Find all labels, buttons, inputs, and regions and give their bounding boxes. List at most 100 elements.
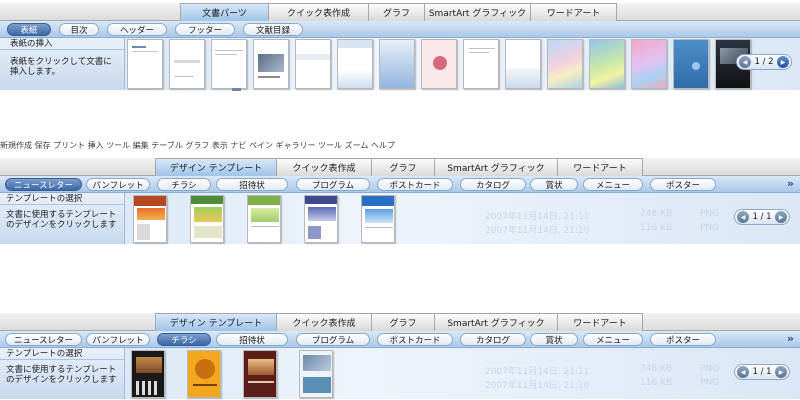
- template-thumbnail[interactable]: [190, 195, 224, 243]
- gallery-description: 文書に使用するテンプレートのデザインをクリックします: [6, 365, 117, 385]
- double-chevron-right-icon[interactable]: »: [787, 177, 794, 190]
- category-flyer[interactable]: チラシ: [157, 333, 211, 346]
- template-thumbnail[interactable]: [133, 195, 167, 243]
- cover-thumbnail[interactable]: [673, 39, 709, 89]
- cover-thumbnail[interactable]: [295, 39, 331, 89]
- template-thumbnail[interactable]: [299, 350, 333, 398]
- tab-smartart[interactable]: SmartArt グラフィック: [424, 3, 531, 21]
- category-flyer[interactable]: チラシ: [157, 178, 211, 191]
- triangle-left-icon: ◀: [740, 368, 746, 376]
- previous-page-button[interactable]: ◀: [737, 211, 749, 223]
- tab-quick-table[interactable]: クイック表作成: [268, 3, 369, 21]
- cover-thumbnail[interactable]: [127, 39, 163, 89]
- tab-wordart[interactable]: ワードアート: [530, 3, 617, 21]
- category-label: ポスター: [665, 335, 700, 346]
- category-catalog[interactable]: カタログ: [460, 333, 526, 346]
- category-label: 表紙: [20, 25, 38, 36]
- category-invitation[interactable]: 招待状: [216, 178, 288, 191]
- tab-label: ワードアート: [546, 9, 601, 19]
- gallery-body: 表紙の挿入 表紙をクリックして文書に挿入します。 ◀ 1 / 2 ▶: [0, 38, 800, 90]
- template-thumbnail[interactable]: [304, 195, 338, 243]
- category-poster[interactable]: ポスター: [650, 333, 716, 346]
- category-toc[interactable]: 目次: [59, 23, 99, 36]
- tab-quick-table[interactable]: クイック表作成: [276, 158, 372, 176]
- category-postcard[interactable]: ポストカード: [377, 333, 453, 346]
- category-label: ニュースレター: [13, 335, 74, 346]
- next-page-button[interactable]: ▶: [777, 56, 789, 68]
- tab-design-templates[interactable]: デザイン テンプレート: [155, 313, 277, 331]
- cover-thumbnail[interactable]: [253, 39, 289, 89]
- category-postcard[interactable]: ポストカード: [377, 178, 453, 191]
- cover-thumbnail[interactable]: [589, 39, 625, 89]
- background-file-kind: PNG: [700, 364, 720, 374]
- category-brochure[interactable]: パンフレット: [86, 333, 150, 346]
- category-label: ポストカード: [389, 335, 441, 346]
- cropped-toolbar-text: 新規作成 保存 プリント 挿入 ツール 編集 テーブル グラフ 表示 ナビ ペイ…: [0, 141, 395, 149]
- cover-thumbnail[interactable]: [169, 39, 205, 89]
- tab-smartart[interactable]: SmartArt グラフィック: [434, 158, 558, 176]
- cover-thumbnail[interactable]: [421, 39, 457, 89]
- tab-label: グラフ: [389, 164, 417, 174]
- tab-quick-table[interactable]: クイック表作成: [276, 313, 372, 331]
- category-label: フッター: [187, 25, 222, 36]
- category-program[interactable]: プログラム: [296, 178, 370, 191]
- gallery-info-pane: 表紙の挿入 表紙をクリックして文書に挿入します。: [0, 38, 125, 90]
- tab-chart[interactable]: グラフ: [368, 3, 425, 21]
- category-footer[interactable]: フッター: [175, 23, 235, 36]
- category-label: 招待状: [239, 335, 265, 346]
- template-thumbnail[interactable]: [243, 350, 277, 398]
- cover-thumbnail[interactable]: [337, 39, 373, 89]
- cover-thumbnail[interactable]: [631, 39, 667, 89]
- double-chevron-right-icon[interactable]: »: [787, 332, 794, 345]
- category-label: チラシ: [171, 180, 197, 191]
- category-header[interactable]: ヘッダー: [107, 23, 167, 36]
- next-page-button[interactable]: ▶: [775, 366, 787, 378]
- category-certificate[interactable]: 賞状: [530, 333, 578, 346]
- category-menu[interactable]: メニュー: [583, 333, 643, 346]
- category-invitation[interactable]: 招待状: [216, 333, 288, 346]
- category-cover[interactable]: 表紙: [7, 23, 51, 36]
- category-bar: 表紙 目次 ヘッダー フッター 文献目録: [0, 21, 800, 38]
- template-thumbnail[interactable]: [361, 195, 395, 243]
- category-bar: ニュースレター パンフレット チラシ 招待状 プログラム ポストカード カタログ…: [0, 176, 800, 193]
- category-newsletter[interactable]: ニュースレター: [5, 178, 82, 191]
- category-bibliography[interactable]: 文献目録: [243, 23, 303, 36]
- tab-smartart[interactable]: SmartArt グラフィック: [434, 313, 558, 331]
- gallery-heading: テンプレートの選択: [0, 348, 124, 360]
- previous-page-button[interactable]: ◀: [739, 56, 751, 68]
- category-program[interactable]: プログラム: [296, 333, 370, 346]
- cover-thumbnail[interactable]: [463, 39, 499, 89]
- template-thumbnail[interactable]: [187, 350, 221, 398]
- previous-page-button[interactable]: ◀: [737, 366, 749, 378]
- tab-chart[interactable]: グラフ: [371, 158, 435, 176]
- category-label: メニュー: [595, 335, 630, 346]
- tab-wordart[interactable]: ワードアート: [557, 158, 643, 176]
- cover-thumbnail[interactable]: [505, 39, 541, 89]
- category-certificate[interactable]: 賞状: [530, 178, 578, 191]
- cover-thumbnail[interactable]: [211, 39, 247, 89]
- triangle-right-icon: ▶: [778, 368, 784, 376]
- tab-chart[interactable]: グラフ: [371, 313, 435, 331]
- template-thumbnail[interactable]: [247, 195, 281, 243]
- tab-label: グラフ: [382, 9, 410, 19]
- page-navigator: ◀ 1 / 1 ▶: [734, 209, 790, 225]
- tab-document-parts[interactable]: 文書パーツ: [180, 3, 269, 21]
- background-file-kind: PNG: [700, 223, 720, 233]
- scroll-indicator[interactable]: [232, 88, 241, 91]
- background-file-size: 116 KB: [640, 378, 673, 388]
- template-thumbnail[interactable]: [131, 350, 165, 398]
- tab-wordart[interactable]: ワードアート: [557, 313, 643, 331]
- tab-design-templates[interactable]: デザイン テンプレート: [155, 158, 277, 176]
- category-brochure[interactable]: パンフレット: [86, 178, 150, 191]
- category-label: チラシ: [171, 335, 197, 346]
- next-page-button[interactable]: ▶: [775, 211, 787, 223]
- category-menu[interactable]: メニュー: [583, 178, 643, 191]
- ribbon-tab-bar: 文書パーツ クイック表作成 グラフ SmartArt グラフィック ワードアート: [0, 3, 800, 21]
- category-poster[interactable]: ポスター: [650, 178, 716, 191]
- tab-label: クイック表作成: [292, 319, 356, 329]
- category-catalog[interactable]: カタログ: [460, 178, 526, 191]
- cover-thumbnail[interactable]: [379, 39, 415, 89]
- cover-thumbnail[interactable]: [547, 39, 583, 89]
- tab-label: ワードアート: [573, 164, 627, 174]
- category-newsletter[interactable]: ニュースレター: [5, 333, 82, 346]
